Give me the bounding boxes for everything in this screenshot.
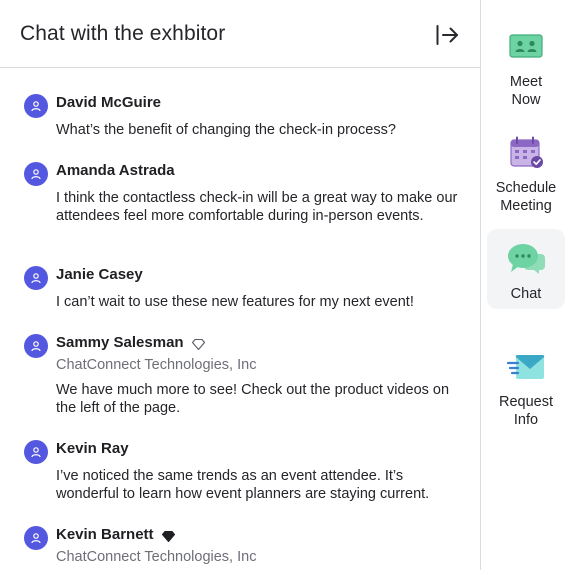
chat-title: Chat with the exhbitor xyxy=(20,22,226,45)
meet-now-label: Meet Now xyxy=(509,74,543,108)
chat-bubbles-icon xyxy=(506,242,546,276)
message-author: Kevin Barnett xyxy=(56,525,176,545)
message-text: I can’t wait to use these new features f… xyxy=(56,294,414,310)
avatar xyxy=(24,94,48,118)
message-company: ChatConnect Technologies, Inc xyxy=(56,549,257,565)
video-meeting-icon xyxy=(506,30,546,64)
envelope-send-icon xyxy=(506,350,546,384)
avatar xyxy=(24,334,48,358)
chat-header: Chat with the exhbitor xyxy=(0,0,480,68)
meet-now-button[interactable]: Meet Now xyxy=(487,30,565,110)
message-author: David McGuire xyxy=(56,94,162,111)
action-sidebar: Meet Now Schedule Meeting Chat Request I… xyxy=(480,0,570,570)
message-author: Kevin Ray xyxy=(56,440,129,457)
message-author: Janie Casey xyxy=(56,266,143,283)
diamond-filled-icon xyxy=(161,529,176,542)
chat-panel: Chat with the exhbitor David McGuire Wha… xyxy=(0,0,480,570)
collapse-panel-icon[interactable] xyxy=(434,22,460,48)
message-company: ChatConnect Technologies, Inc xyxy=(56,357,257,373)
avatar xyxy=(24,440,48,464)
avatar xyxy=(24,266,48,290)
message-text: I think the contactless check-in will be… xyxy=(56,190,458,224)
chat-button[interactable]: Chat xyxy=(487,229,565,309)
message-text: What’s the benefit of changing the check… xyxy=(56,122,396,138)
message-text: We have much more to see! Check out the … xyxy=(56,382,450,416)
chat-label: Chat xyxy=(510,286,542,302)
message-author: Sammy Salesman xyxy=(56,333,206,353)
diamond-outline-icon xyxy=(191,337,206,350)
message-text: I’ve noticed the same trends as an event… xyxy=(56,468,430,502)
message-author: Amanda Astrada xyxy=(56,162,175,179)
request-info-button[interactable]: Request Info xyxy=(487,350,565,430)
schedule-meeting-button[interactable]: Schedule Meeting xyxy=(487,136,565,216)
request-info-label: Request Info xyxy=(498,394,553,428)
avatar xyxy=(24,526,48,550)
avatar xyxy=(24,162,48,186)
calendar-check-icon xyxy=(506,136,546,170)
schedule-meeting-label: Schedule Meeting xyxy=(495,180,557,214)
